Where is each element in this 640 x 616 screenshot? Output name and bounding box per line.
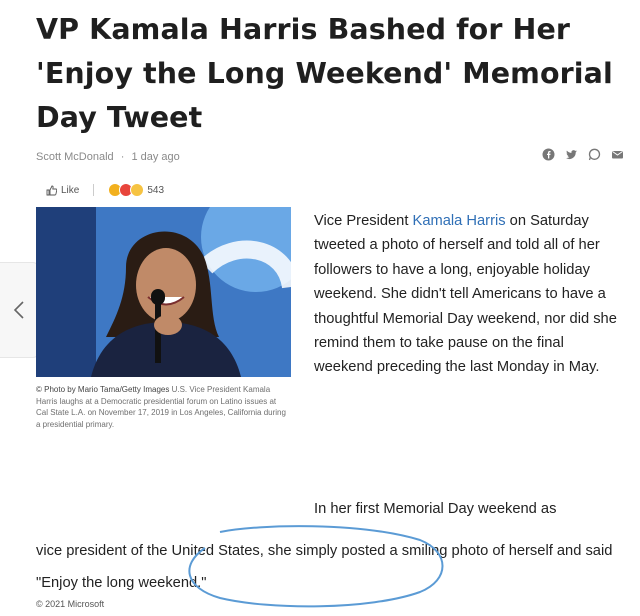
facebook-icon[interactable]	[542, 148, 555, 161]
article-title: VP Kamala Harris Bashed for Her 'Enjoy t…	[36, 13, 613, 134]
like-button[interactable]: Like	[46, 185, 79, 196]
publish-time: 1 day ago	[131, 151, 180, 163]
byline: Scott McDonald · 1 day ago	[36, 151, 180, 163]
photo-caption: © Photo by Mario Tama/Getty Images U.S. …	[36, 384, 286, 430]
like-label: Like	[61, 184, 80, 196]
paragraph-1-text: on Saturday tweeted a photo of herself a…	[314, 213, 617, 376]
copyright-footer: © 2021 Microsoft	[36, 599, 105, 609]
author-name[interactable]: Scott McDonald	[36, 151, 114, 163]
kamala-harris-link[interactable]: Kamala Harris	[413, 213, 506, 229]
byline-separator: ·	[120, 151, 125, 163]
hand-drawn-circle-annotation	[188, 525, 444, 608]
reaction-divider	[93, 184, 95, 196]
email-icon[interactable]	[611, 148, 624, 161]
smile-emoji-icon	[130, 183, 145, 197]
whatsapp-icon[interactable]	[588, 148, 601, 161]
paragraph-2-line-1: In her first Memorial Day weekend as	[314, 501, 557, 517]
photo-credit: © Photo by Mario Tama/Getty Images	[36, 385, 170, 394]
reaction-bar: Like 543	[46, 183, 164, 197]
twitter-icon[interactable]	[565, 148, 578, 161]
article-photo[interactable]	[36, 207, 291, 377]
thumbs-up-icon	[46, 185, 57, 195]
reaction-count: 543	[147, 184, 165, 196]
previous-article-button[interactable]	[0, 262, 39, 358]
paragraph-1: Vice President Kamala Harris on Saturday…	[314, 209, 624, 380]
chevron-left-icon	[13, 301, 24, 319]
paragraph-1-prefix: Vice President	[314, 213, 413, 229]
reaction-emoji-group[interactable]	[108, 183, 145, 197]
share-bar	[542, 148, 624, 161]
